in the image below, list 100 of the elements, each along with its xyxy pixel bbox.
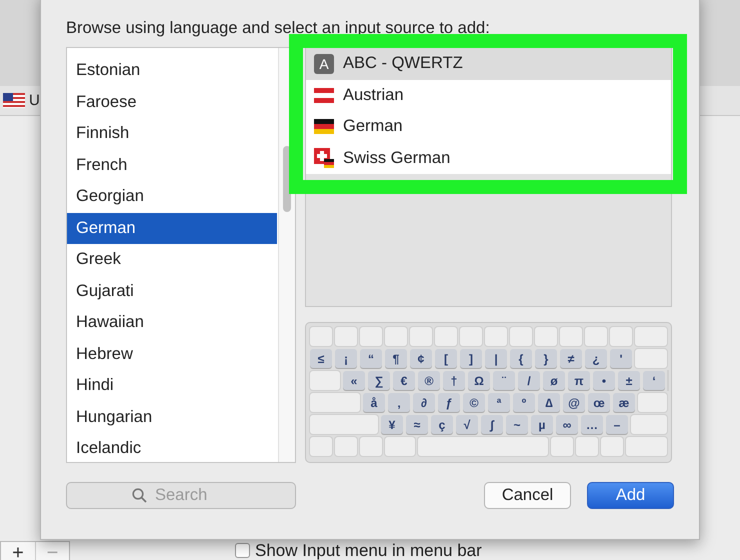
keyboard-key: ƒ: [438, 393, 460, 412]
language-item[interactable]: Gujarati: [67, 276, 277, 307]
keyboard-key: √: [456, 415, 478, 434]
keyboard-key: [335, 437, 357, 456]
keyboard-key: [385, 437, 415, 456]
checkbox[interactable]: [235, 543, 250, 558]
keyboard-key: ∞: [556, 415, 578, 434]
keyboard-key: ç: [431, 415, 453, 434]
keyboard-key: [435, 327, 457, 346]
keyboard-key: ¿: [585, 349, 607, 368]
language-item[interactable]: Hungarian: [67, 402, 277, 433]
keyboard-key: ~: [506, 415, 528, 434]
keyboard-key: [385, 327, 407, 346]
search-field[interactable]: Search: [66, 482, 296, 509]
keyboard-key: ¢: [410, 349, 432, 368]
flag-icon: [3, 93, 25, 108]
keyboard-key: |: [485, 349, 507, 368]
keyboard-key: –: [606, 415, 628, 434]
language-item[interactable]: Greek: [67, 244, 277, 276]
language-item[interactable]: Georgian: [67, 181, 277, 212]
keyboard-key: µ: [531, 415, 553, 434]
keyboard-key: å: [363, 393, 385, 412]
keyboard-key: Ω: [468, 371, 490, 390]
keyboard-key: [310, 393, 360, 412]
keyboard-key: ∆: [538, 393, 560, 412]
language-item[interactable]: Estonian: [67, 55, 277, 86]
keyboard-key: ∑: [368, 371, 390, 390]
keyboard-key: ': [610, 349, 632, 368]
add-button[interactable]: Add: [587, 482, 674, 509]
language-item[interactable]: German: [67, 212, 277, 244]
keyboard-key: /: [518, 371, 540, 390]
input-source-item[interactable]: Swiss German: [306, 142, 671, 174]
flag-icon: [314, 148, 334, 168]
keyboard-key: «: [343, 371, 365, 390]
language-item[interactable]: Icelandic: [67, 433, 277, 462]
keyboard-key: ª: [488, 393, 510, 412]
input-source-label: German: [343, 117, 403, 136]
keyboard-key: ‘: [643, 371, 665, 390]
input-source-label: ABC - QWERTZ: [343, 54, 463, 74]
keyboard-key: ]: [460, 349, 482, 368]
cancel-button[interactable]: Cancel: [484, 482, 571, 509]
language-item[interactable]: Hawaiian: [67, 307, 277, 338]
list-item[interactable]: U: [29, 92, 40, 109]
keyboard-key: [: [435, 349, 457, 368]
keyboard-key: [535, 327, 557, 346]
keyboard-key: [635, 349, 667, 368]
keyboard-key: …: [581, 415, 603, 434]
add-button[interactable]: +: [1, 542, 35, 560]
keyboard-key: [410, 327, 432, 346]
keyboard-key: ¨: [493, 371, 515, 390]
keyboard-key: ∂: [413, 393, 435, 412]
language-item[interactable]: Faroese: [67, 86, 277, 118]
input-source-item[interactable]: Austrian: [306, 80, 671, 111]
keyboard-key: [360, 327, 382, 346]
keyboard-key: [310, 415, 378, 434]
keyboard-key: ©: [463, 393, 485, 412]
input-source-item[interactable]: German: [306, 111, 671, 142]
input-source-label: Swiss German: [343, 148, 450, 168]
keyboard-key: ¶: [385, 349, 407, 368]
keyboard-key: ø: [543, 371, 565, 390]
keyboard-key: [485, 327, 507, 346]
keyboard-key: [638, 393, 667, 412]
keyboard-key: [510, 327, 532, 346]
flag-icon: [314, 88, 334, 103]
keyboard-key: [460, 327, 482, 346]
language-item[interactable]: Hindi: [67, 370, 277, 402]
keyboard-key: [310, 437, 332, 456]
flag-icon: [314, 119, 334, 134]
keyboard-key: ∫: [481, 415, 503, 434]
language-item[interactable]: Hebrew: [67, 338, 277, 370]
keyboard-key: [335, 327, 357, 346]
keyboard-key: [585, 327, 607, 346]
input-source-item[interactable]: A ABC - QWERTZ: [306, 48, 671, 80]
keyboard-key: ≈: [406, 415, 428, 434]
language-item[interactable]: Finnish: [67, 118, 277, 150]
keyboard-key: [360, 437, 382, 456]
language-item[interactable]: French: [67, 150, 277, 181]
keyboard-key: @: [563, 393, 585, 412]
keyboard-key: π: [568, 371, 590, 390]
keyboard-key: ¡: [335, 349, 357, 368]
keyboard-key: [631, 415, 667, 434]
keyboard-key: ®: [418, 371, 440, 390]
keyboard-key: “: [360, 349, 382, 368]
keyboard-key: æ: [613, 393, 635, 412]
keyboard-key: ¥: [381, 415, 403, 434]
keyboard-key: º: [513, 393, 535, 412]
keyboard-key: ‚: [388, 393, 410, 412]
keyboard-key: [576, 437, 598, 456]
keyboard-key: ±: [618, 371, 640, 390]
keyboard-key: [610, 327, 632, 346]
keyboard-key: [310, 327, 332, 346]
keyboard-key: •: [593, 371, 615, 390]
keyboard-key: ≤: [310, 349, 332, 368]
keyboard-letter-icon: A: [314, 54, 334, 74]
keyboard-key: [310, 371, 340, 390]
keyboard-key: [626, 437, 667, 456]
keyboard-key: [560, 327, 582, 346]
keyboard-key: €: [393, 371, 415, 390]
keyboard-key: }: [535, 349, 557, 368]
input-source-label: Austrian: [343, 86, 404, 105]
